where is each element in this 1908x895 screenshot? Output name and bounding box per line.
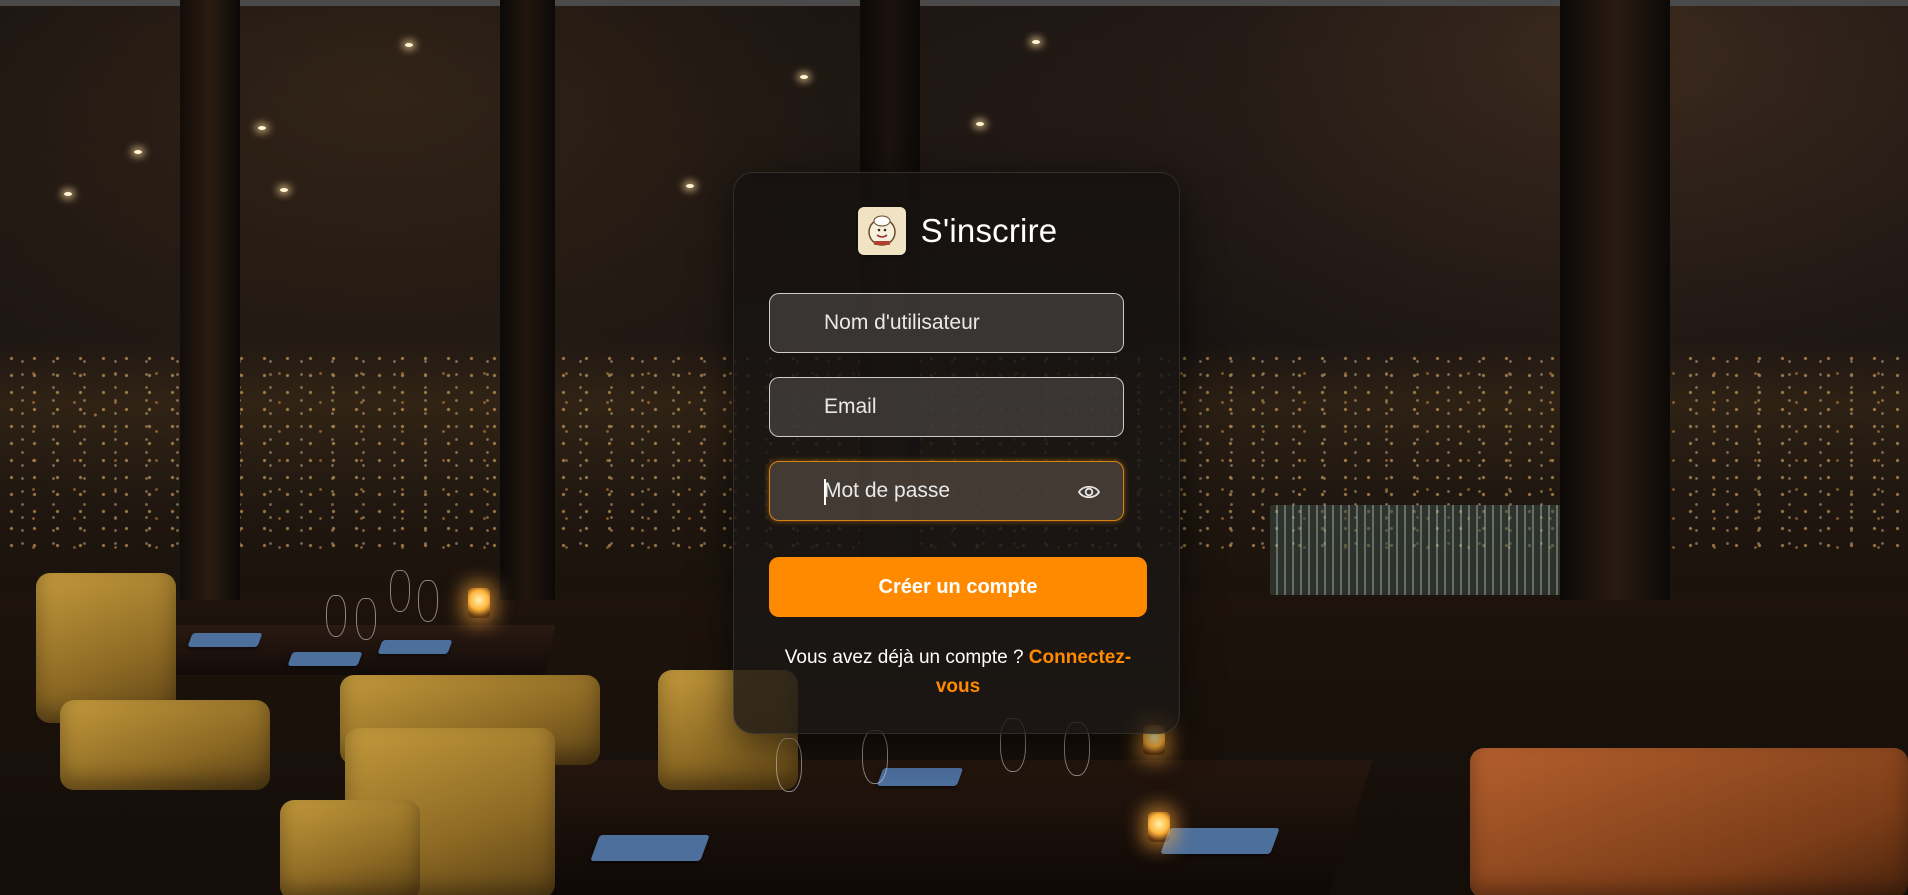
wine-glass — [390, 570, 410, 612]
create-account-button[interactable]: Créer un compte — [769, 557, 1147, 617]
wine-glass — [862, 730, 888, 784]
signup-card: S'inscrire Créer un compte Vous avez déj… — [733, 172, 1180, 734]
ceiling-light — [976, 122, 984, 126]
ceiling-light — [64, 192, 72, 196]
table-candle — [468, 588, 490, 618]
distant-building — [1270, 505, 1580, 595]
email-field[interactable] — [769, 377, 1124, 437]
table-napkin — [590, 835, 710, 861]
text-caret — [824, 479, 826, 505]
login-prompt: Vous avez déjà un compte ? Connectez-vou… — [769, 643, 1147, 701]
dining-chair — [1470, 748, 1908, 895]
wine-glass — [776, 738, 802, 792]
password-field[interactable] — [769, 461, 1124, 521]
ceiling-light — [405, 43, 413, 47]
table-napkin — [876, 768, 964, 786]
ceiling-light — [280, 188, 288, 192]
ceiling-light — [800, 75, 808, 79]
ceiling-light — [686, 184, 694, 188]
table-candle — [1148, 812, 1170, 842]
ceiling-light — [258, 126, 266, 130]
ceiling-light — [134, 150, 142, 154]
wine-glass — [418, 580, 438, 622]
table-napkin — [377, 640, 453, 654]
password-input[interactable] — [770, 461, 1123, 521]
table-napkin — [187, 633, 263, 647]
dining-chair — [60, 700, 270, 790]
table-napkin — [287, 652, 363, 666]
page-title: S'inscrire — [920, 212, 1058, 249]
wine-glass — [326, 595, 346, 637]
dining-chair — [280, 800, 420, 895]
email-input[interactable] — [770, 377, 1123, 437]
chef-logo-icon — [857, 207, 906, 255]
username-input[interactable] — [770, 293, 1123, 353]
login-prompt-text: Vous avez déjà un compte ? — [784, 647, 1024, 668]
username-field[interactable] — [769, 293, 1124, 353]
table-napkin — [1160, 828, 1280, 854]
ceiling-light — [1032, 40, 1040, 44]
wine-glass — [356, 598, 376, 640]
card-header: S'inscrire — [734, 207, 1181, 255]
eye-icon[interactable] — [1077, 481, 1101, 503]
